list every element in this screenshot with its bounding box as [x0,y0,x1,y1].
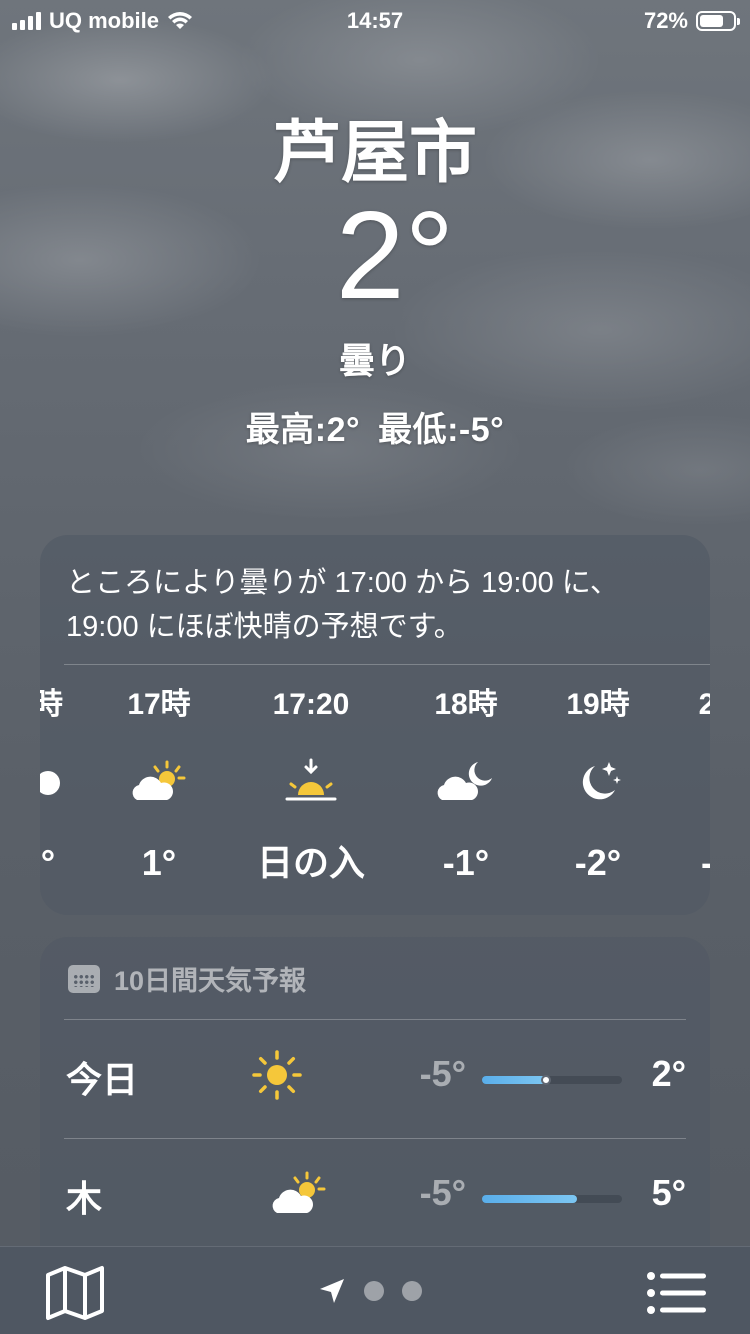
sunset-icon [241,753,381,813]
page-dot[interactable] [364,1281,384,1301]
day-name: 木 [66,1178,103,1219]
day-high: 2° [651,1053,686,1094]
day-low: -5° [419,1053,466,1094]
hourly-forecast-card[interactable]: ところにより曇りが 17:00 から 19:00 に、19:00 にほぼ快晴の予… [40,535,710,915]
condition-label: 曇り [338,340,411,381]
hour-time: 18時 [434,688,498,721]
page-indicator[interactable] [318,1277,422,1305]
temperature-range-bar [482,1195,622,1203]
hour-temp: 1° [141,842,177,883]
hour-item: 18時 -1° [396,685,536,885]
location-arrow-icon[interactable] [318,1277,346,1305]
battery-icon [696,11,740,31]
hour-item: 2 - [637,685,710,885]
current-temperature: 2° [335,187,455,325]
partly-cloudy-night-icon [396,753,536,813]
hour-temp: -1° [442,842,490,883]
temperature-range-bar [482,1075,622,1085]
daily-header-label: 10日間天気予報 [114,966,307,996]
clock: 14:57 [346,8,404,33]
hour-time: 17:20 [272,688,350,721]
day-row[interactable]: 木 -5° 5° [64,1140,686,1258]
forecast-summary: ところにより曇りが 17:00 から 19:00 に、19:00 にほぼ快晴の予… [66,567,619,643]
day-low: -5° [419,1172,466,1213]
day-name: 今日 [66,1059,139,1100]
hour-time: 2 [698,688,710,721]
hour-time: 17時 [127,688,191,721]
map-icon[interactable] [44,1265,106,1321]
hour-item: 17時 1° [89,685,229,885]
battery-percent: 72% [643,8,688,33]
hour-item: 17:20 日の入 [241,685,381,885]
day-high: 5° [651,1172,686,1213]
bottom-toolbar [0,1246,750,1334]
partly-cloudy-day-icon [89,753,229,813]
page-dot[interactable] [402,1281,422,1301]
low-temp: 最低:-5° [378,411,505,449]
high-low: 最高:2° 最低:-5° [0,402,750,451]
current-temp-dot [541,1075,552,1085]
status-bar: UQ mobile 14:57 72% [0,0,750,40]
calendar-icon [68,964,100,993]
high-temp: 最高:2° [245,411,361,449]
divider [64,1019,686,1020]
city-name: 芦屋市 [272,115,477,191]
hour-temp: 日の入 [256,842,365,883]
day-row[interactable]: 今日 -5° 2° [64,1021,686,1139]
daily-header: 10日間天気予報 [68,959,306,998]
current-weather: 芦屋市 2° 曇り 最高:2° 最低:-5° [0,110,750,451]
hour-temp: - [637,841,710,885]
sun-icon [242,1045,312,1105]
divider [64,664,710,665]
list-icon[interactable] [646,1271,706,1315]
partly-cloudy-day-icon [264,1164,334,1224]
divider [64,1138,686,1139]
